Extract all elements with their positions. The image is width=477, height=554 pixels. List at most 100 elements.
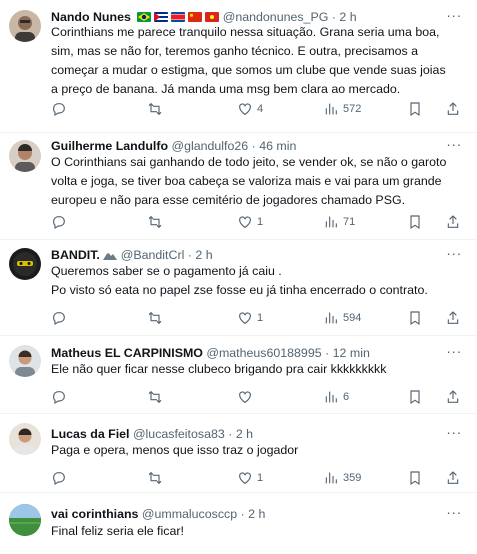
tweet[interactable]: BANDIT. @BanditCrl · 2 h ··· Queremos sa… <box>0 240 477 336</box>
avatar[interactable] <box>9 345 41 377</box>
bookmark-icon <box>410 102 420 117</box>
tweet[interactable]: Matheus EL CARPINISMO @matheus60188995 ·… <box>0 336 477 414</box>
views-button[interactable]: 572 <box>323 100 361 118</box>
avatar[interactable] <box>9 248 41 280</box>
share-button[interactable] <box>445 100 461 118</box>
user-handle[interactable]: @lucasfeitosa83 <box>133 427 225 441</box>
share-icon <box>447 102 459 115</box>
avatar[interactable] <box>9 140 41 172</box>
retweet-icon <box>148 102 162 116</box>
reply-button[interactable] <box>51 213 71 231</box>
reply-button[interactable] <box>51 309 71 327</box>
flag-north-korea-icon <box>171 12 186 22</box>
tweet[interactable]: vai corinthians @ummalucosccp · 2 h ··· … <box>0 493 477 554</box>
avatar[interactable] <box>9 423 41 455</box>
reply-icon <box>53 472 65 486</box>
like-button[interactable]: 1 <box>237 213 263 231</box>
flag-vietnam-icon <box>205 12 220 22</box>
tweet-actions: 1 71 <box>51 213 461 231</box>
share-button[interactable] <box>445 213 461 231</box>
tweet-actions: 4 572 <box>51 100 461 118</box>
like-button[interactable]: 1 <box>237 469 263 487</box>
tweet-actions: 6 <box>51 388 461 406</box>
like-button[interactable]: 4 <box>237 100 263 118</box>
reply-button[interactable] <box>51 469 71 487</box>
like-button[interactable] <box>237 388 257 406</box>
reply-button[interactable] <box>51 388 71 406</box>
retweet-button[interactable] <box>147 388 167 406</box>
share-icon <box>447 215 459 228</box>
heart-icon <box>239 391 251 404</box>
bookmark-button[interactable] <box>407 100 423 118</box>
views-icon <box>325 103 337 115</box>
reply-button[interactable] <box>51 100 71 118</box>
bookmark-icon <box>410 390 420 405</box>
separator-dot: · <box>187 248 192 262</box>
views-button[interactable]: 6 <box>323 388 349 406</box>
tweet-text: Queremos saber se o pagamento já caiu . … <box>51 264 428 297</box>
user-name[interactable]: BANDIT. <box>51 248 100 262</box>
tweet-text: Ele não quer ficar nesse clubeco brigand… <box>51 362 387 376</box>
retweet-button[interactable] <box>147 469 167 487</box>
timestamp[interactable]: 46 min <box>259 139 296 153</box>
tweet-header: vai corinthians @ummalucosccp · 2 h <box>51 505 437 523</box>
avatar[interactable] <box>9 504 41 536</box>
bookmark-button[interactable] <box>407 469 423 487</box>
like-button[interactable]: 1 <box>237 309 263 327</box>
separator-dot: · <box>240 507 245 521</box>
user-name[interactable]: Matheus EL CARPINISMO <box>51 346 203 360</box>
share-button[interactable] <box>445 309 461 327</box>
heart-icon <box>239 103 251 116</box>
retweet-button[interactable] <box>147 309 167 327</box>
retweet-icon <box>148 390 162 404</box>
retweet-button[interactable] <box>147 100 167 118</box>
views-icon <box>325 216 337 228</box>
views-button[interactable]: 359 <box>323 469 361 487</box>
user-name[interactable]: Nando Nunes <box>51 10 131 24</box>
user-handle[interactable]: @glandulfo26 <box>171 139 248 153</box>
user-handle[interactable]: @nandonunes_PG <box>223 10 329 24</box>
views-icon <box>325 472 337 484</box>
tweet[interactable]: Lucas da Fiel @lucasfeitosa83 · 2 h ··· … <box>0 414 477 493</box>
tweet[interactable]: Nando Nunes @nandonunes_PG · 2 h ··· Cor… <box>0 0 477 133</box>
user-name[interactable]: vai corinthians <box>51 507 138 521</box>
share-icon <box>447 311 459 324</box>
timestamp[interactable]: 2 h <box>339 10 356 24</box>
views-button[interactable]: 71 <box>323 213 355 231</box>
tweet-text: Final feliz seria ele ficar! <box>51 524 184 538</box>
heart-icon <box>239 312 251 325</box>
bookmark-button[interactable] <box>407 388 423 406</box>
separator-dot: · <box>331 10 336 24</box>
views-icon <box>325 312 337 324</box>
tweet-actions: 1 359 <box>51 469 461 487</box>
share-button[interactable] <box>445 469 461 487</box>
retweet-button[interactable] <box>147 213 167 231</box>
user-handle[interactable]: @ummalucosccp <box>142 507 237 521</box>
timestamp[interactable]: 2 h <box>248 507 265 521</box>
bookmark-icon <box>410 311 420 326</box>
avatar[interactable] <box>9 10 41 42</box>
heart-icon <box>239 216 251 229</box>
reply-icon <box>53 312 65 326</box>
timestamp[interactable]: 2 h <box>236 427 253 441</box>
share-icon <box>447 390 459 403</box>
user-handle[interactable]: @matheus60188995 <box>206 346 321 360</box>
tweet[interactable]: Guilherme Landulfo @glandulfo26 · 46 min… <box>0 133 477 240</box>
user-handle[interactable]: @BanditCrl <box>121 248 185 262</box>
retweet-icon <box>148 471 162 485</box>
separator-dot: · <box>228 427 233 441</box>
user-name[interactable]: Guilherme Landulfo <box>51 139 168 153</box>
flag-china-icon <box>188 12 203 22</box>
bookmark-button[interactable] <box>407 213 423 231</box>
tweet-text: Corinthians me parece tranquilo nessa si… <box>51 25 446 96</box>
bookmark-icon <box>410 215 420 230</box>
user-name[interactable]: Lucas da Fiel <box>51 427 130 441</box>
bookmark-button[interactable] <box>407 309 423 327</box>
retweet-icon <box>148 311 162 325</box>
timestamp[interactable]: 12 min <box>333 346 370 360</box>
views-button[interactable]: 594 <box>323 309 361 327</box>
share-button[interactable] <box>445 388 461 406</box>
bookmark-icon <box>410 471 420 486</box>
timestamp[interactable]: 2 h <box>195 248 212 262</box>
mountain-icon <box>103 247 118 260</box>
